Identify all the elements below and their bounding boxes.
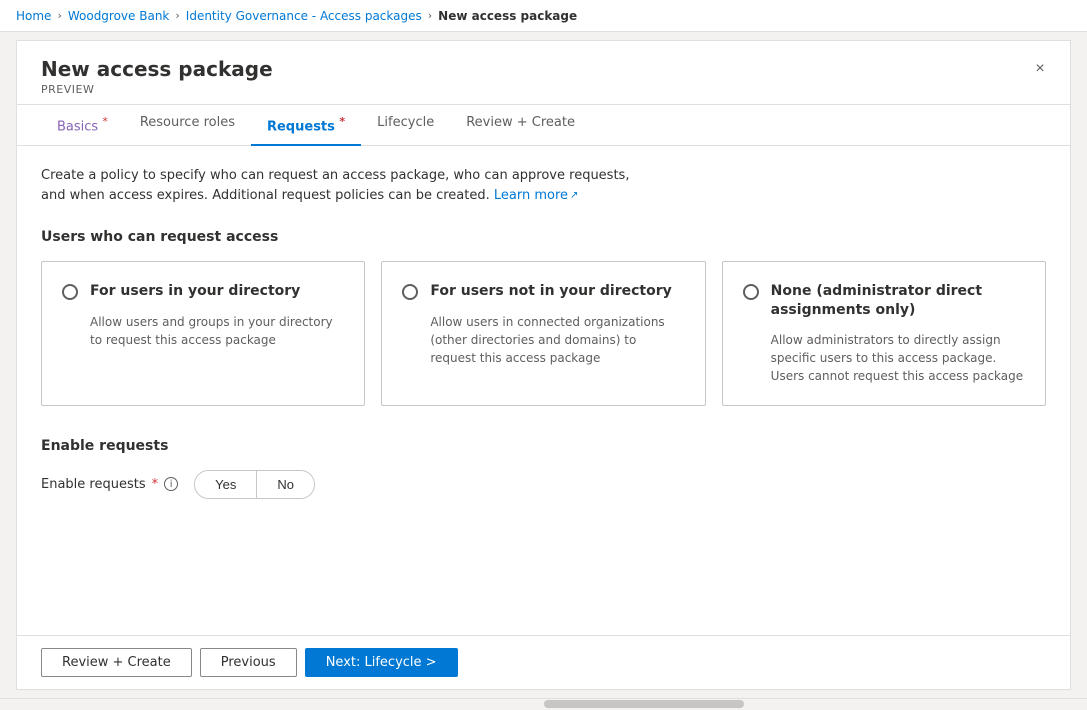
info-icon[interactable]: i — [164, 477, 178, 491]
enable-requests-title: Enable requests — [41, 438, 1046, 454]
panel-title: New access package — [41, 57, 1046, 81]
panel-footer: Review + Create Previous Next: Lifecycle… — [17, 635, 1070, 689]
breadcrumb-home[interactable]: Home — [16, 9, 51, 23]
tab-resource-roles[interactable]: Resource roles — [124, 105, 251, 146]
toggle-no-button[interactable]: No — [257, 471, 314, 498]
enable-requests-toggle[interactable]: Yes No — [194, 470, 315, 499]
radio-card-none[interactable]: None (administrator direct assignments o… — [722, 261, 1046, 405]
radio-circle-not-directory — [402, 284, 418, 300]
enable-requests-section: Enable requests Enable requests * i Yes … — [41, 438, 1046, 499]
main-panel: New access package PREVIEW × Basics * Re… — [16, 40, 1071, 690]
review-create-button[interactable]: Review + Create — [41, 648, 192, 677]
section-users-title: Users who can request access — [41, 229, 1046, 245]
previous-button[interactable]: Previous — [200, 648, 297, 677]
radio-card-directory-header: For users in your directory — [62, 282, 344, 300]
radio-card-none-desc: Allow administrators to directly assign … — [743, 331, 1025, 385]
toggle-yes-button[interactable]: Yes — [195, 471, 256, 498]
panel-preview-label: PREVIEW — [41, 83, 1046, 96]
breadcrumb-current: New access package — [438, 9, 577, 23]
scrollbar-track — [544, 700, 744, 708]
tab-lifecycle[interactable]: Lifecycle — [361, 105, 450, 146]
radio-card-none-header: None (administrator direct assignments o… — [743, 282, 1025, 318]
breadcrumb-woodgrove[interactable]: Woodgrove Bank — [68, 9, 170, 23]
breadcrumb-bar: Home › Woodgrove Bank › Identity Governa… — [0, 0, 1087, 32]
panel-header: New access package PREVIEW × — [17, 41, 1070, 105]
breadcrumb-sep-3: › — [428, 9, 432, 22]
close-button[interactable]: × — [1026, 55, 1054, 83]
tab-requests[interactable]: Requests * — [251, 105, 361, 146]
radio-card-directory-title: For users in your directory — [90, 282, 300, 300]
radio-card-not-directory-title: For users not in your directory — [430, 282, 671, 300]
radio-card-directory-desc: Allow users and groups in your directory… — [62, 313, 344, 349]
breadcrumb-sep-1: › — [57, 9, 61, 22]
radio-card-not-directory-desc: Allow users in connected organizations (… — [402, 313, 684, 367]
enable-requests-label: Enable requests * i — [41, 477, 178, 492]
radio-card-not-directory-header: For users not in your directory — [402, 282, 684, 300]
learn-more-link[interactable]: Learn more ↗ — [494, 186, 579, 206]
radio-card-none-title: None (administrator direct assignments o… — [771, 282, 1025, 318]
tab-review-create[interactable]: Review + Create — [450, 105, 591, 146]
tabs-bar: Basics * Resource roles Requests * Lifec… — [17, 105, 1070, 146]
radio-circle-none — [743, 284, 759, 300]
enable-requests-row: Enable requests * i Yes No — [41, 470, 1046, 499]
radio-card-directory[interactable]: For users in your directory Allow users … — [41, 261, 365, 405]
next-lifecycle-button[interactable]: Next: Lifecycle > — [305, 648, 458, 677]
tab-basics[interactable]: Basics * — [41, 105, 124, 146]
panel-content: Create a policy to specify who can reque… — [17, 146, 1070, 635]
breadcrumb-identity-governance[interactable]: Identity Governance - Access packages — [186, 9, 422, 23]
breadcrumb-sep-2: › — [175, 9, 179, 22]
radio-cards-container: For users in your directory Allow users … — [41, 261, 1046, 405]
radio-card-not-directory[interactable]: For users not in your directory Allow us… — [381, 261, 705, 405]
bottom-scrollbar — [0, 698, 1087, 710]
radio-circle-directory — [62, 284, 78, 300]
required-indicator: * — [152, 477, 159, 492]
description-text: Create a policy to specify who can reque… — [41, 166, 641, 205]
